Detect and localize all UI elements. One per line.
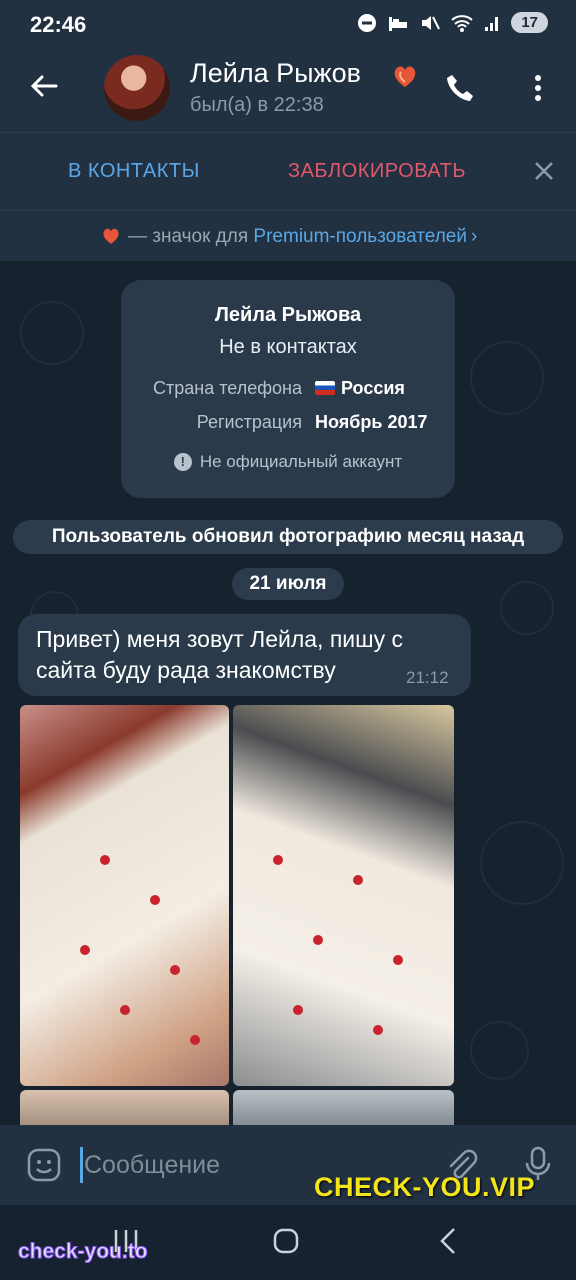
status-icons: 17 [357, 12, 548, 33]
registration-value: Ноябрь 2017 [315, 412, 428, 432]
contact-name[interactable]: Лейла Рыжов [190, 58, 361, 89]
phone-country-value: Россия [315, 378, 405, 399]
registration-label: Регистрация [196, 412, 302, 432]
chevron-right-icon: › [470, 226, 478, 247]
text-cursor [80, 1147, 83, 1183]
emoji-sticker-icon[interactable] [26, 1147, 62, 1183]
photo-attachment[interactable] [233, 1090, 454, 1130]
premium-info-text[interactable]: — значок для Premium-пользователей › [0, 224, 576, 248]
service-message: Пользователь обновил фотографию месяц на… [13, 520, 563, 554]
close-icon[interactable] [534, 161, 554, 181]
wifi-icon [451, 14, 473, 32]
more-options-icon[interactable] [534, 72, 542, 104]
premium-badge-icon[interactable] [390, 60, 420, 90]
message-time: 21:12 [406, 668, 449, 687]
photo-attachment[interactable] [233, 705, 454, 1086]
watermark-vip: CHECK-YOU.VIP [314, 1172, 536, 1202]
system-back-icon[interactable] [438, 1227, 458, 1255]
photo-attachment[interactable] [20, 1090, 229, 1130]
card-contact-status: Не в контактах [219, 336, 357, 358]
premium-link[interactable]: Premium-пользователей [253, 226, 467, 247]
dnd-icon [358, 13, 377, 32]
phone-country-label: Страна телефона [153, 378, 302, 398]
phone-country-text: Россия [341, 378, 405, 398]
photo-attachment[interactable] [20, 705, 229, 1086]
russia-flag-icon [315, 381, 335, 395]
card-contact-name: Лейла Рыжова [214, 304, 362, 326]
back-arrow-icon[interactable] [28, 70, 60, 102]
sleep-mode-icon [389, 16, 408, 31]
mute-icon [422, 15, 441, 30]
message-text: Привет) меня зовут Лейла, пишу с сайта б… [36, 626, 403, 683]
home-icon[interactable] [272, 1227, 300, 1255]
status-time: 22:46 [30, 12, 87, 37]
signal-icon [485, 16, 499, 31]
phone-call-icon[interactable] [444, 72, 476, 104]
add-contact-button[interactable]: В КОНТАКТЫ [68, 160, 200, 183]
avatar[interactable] [104, 55, 170, 121]
info-icon: ! [173, 453, 192, 471]
premium-text-plain: — значок для [122, 226, 254, 247]
premium-badge-icon [103, 228, 119, 244]
last-seen-status: был(а) в 22:38 [190, 94, 324, 116]
unofficial-account-note: ! Не официальный аккаунт [121, 452, 455, 472]
block-user-button[interactable]: ЗАБЛОКИРОВАТЬ [288, 160, 466, 183]
unofficial-text: Не официальный аккаунт [199, 452, 403, 471]
date-separator: 21 июля [232, 568, 344, 600]
watermark-to: check-you.to [18, 1240, 149, 1264]
battery-indicator: 17 [511, 12, 548, 33]
